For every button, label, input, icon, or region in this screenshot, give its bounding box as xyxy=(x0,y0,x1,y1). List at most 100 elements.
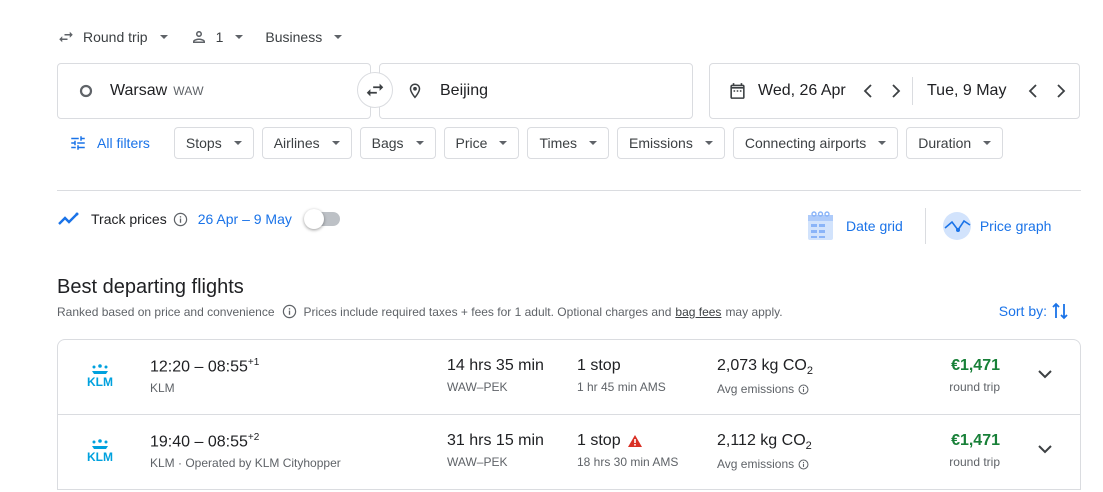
flight-times: 19:40 – 08:55+2 xyxy=(150,432,341,451)
stops-count: 1 stop xyxy=(577,357,621,374)
filter-chip-duration[interactable]: Duration xyxy=(906,127,1004,159)
view-tools-divider xyxy=(924,208,926,244)
return-date[interactable]: Tue, 9 May xyxy=(927,82,1019,100)
flight-times-col: 19:40 – 08:55+2 KLM · Operated by KLM Ci… xyxy=(150,432,341,470)
chevron-left-icon xyxy=(863,84,872,98)
day-offset: +2 xyxy=(247,432,260,443)
emissions-subscript: 2 xyxy=(806,365,813,378)
flight-row[interactable]: KLM 19:40 – 08:55+2 KLM · Operated by KL… xyxy=(58,415,1080,490)
toggle-knob xyxy=(303,209,324,229)
day-offset: +1 xyxy=(247,357,260,368)
filter-chip-connecting-airports[interactable]: Connecting airports xyxy=(732,127,899,159)
flight-row[interactable]: KLM 12:20 – 08:55+1 KLM 14 hrs 35 min WA… xyxy=(58,340,1080,415)
svg-text:KLM: KLM xyxy=(87,450,113,463)
trip-type-label: Round trip xyxy=(83,29,148,45)
chip-caret-icon xyxy=(233,141,242,145)
trip-type-select[interactable]: Round trip xyxy=(57,28,168,46)
chip-caret-icon xyxy=(983,141,992,145)
sort-by-button[interactable]: Sort by: xyxy=(999,301,1069,321)
departure-next-button[interactable] xyxy=(886,81,906,101)
flight-times: 12:20 – 08:55+1 xyxy=(150,357,259,376)
destination-city: Beijing xyxy=(440,82,489,99)
chip-caret-icon xyxy=(415,141,424,145)
price-graph-label: Price graph xyxy=(979,218,1052,234)
emissions-amount: 2,073 kg CO xyxy=(717,357,807,374)
filter-chip-stops[interactable]: Stops xyxy=(173,127,254,159)
prices-note: Prices include required taxes + fees for… xyxy=(303,304,672,319)
date-grid-icon xyxy=(808,211,833,240)
trip-options-bar: Round trip 1 Business xyxy=(57,24,364,50)
date-grid-label: Date grid xyxy=(846,218,903,234)
info-icon[interactable] xyxy=(173,212,188,227)
departure-prev-button[interactable] xyxy=(858,81,878,101)
filter-chip-emissions[interactable]: Emissions xyxy=(617,127,725,159)
price-col: €1,471 round trip xyxy=(949,432,1000,469)
ranking-note: Ranked based on price and convenience xyxy=(57,304,275,319)
sort-icon xyxy=(1052,302,1068,320)
expand-button[interactable] xyxy=(1038,370,1052,379)
stops-row: 1 stop xyxy=(577,432,678,450)
cabin-class-select[interactable]: Business xyxy=(265,29,343,45)
bag-fees-link[interactable]: bag fees xyxy=(675,305,721,319)
chip-label: Stops xyxy=(185,135,222,151)
sort-by-label: Sort by: xyxy=(998,303,1047,319)
price-note: round trip xyxy=(949,455,1000,469)
filter-chip-price[interactable]: Price xyxy=(443,127,520,159)
flight-duration: 31 hrs 15 min xyxy=(447,432,544,449)
chip-caret-icon xyxy=(704,141,713,145)
flight-price: €1,471 xyxy=(951,432,1000,449)
chevron-right-icon xyxy=(1057,84,1066,98)
emissions-value: 2,073 kg CO2 xyxy=(717,357,813,377)
info-icon[interactable] xyxy=(798,459,809,470)
origin-code: WAW xyxy=(173,84,204,98)
track-prices-toggle[interactable] xyxy=(303,209,340,229)
info-icon[interactable] xyxy=(282,304,297,319)
all-filters-button[interactable]: All filters xyxy=(69,134,150,152)
price-col: €1,471 round trip xyxy=(949,357,1000,394)
swap-arrows-icon xyxy=(59,31,73,43)
chip-label: Connecting airports xyxy=(744,135,867,151)
swap-arrows-icon xyxy=(366,83,384,97)
destination-field[interactable]: Beijing xyxy=(379,63,693,119)
price-graph-icon xyxy=(942,212,971,240)
track-prices-label: Track prices xyxy=(91,211,167,227)
chip-label: Airlines xyxy=(273,135,320,151)
swap-button[interactable] xyxy=(357,72,393,108)
emissions-col: 2,073 kg CO2 Avg emissions xyxy=(717,357,813,396)
expand-button[interactable] xyxy=(1038,445,1052,454)
filter-chip-airlines[interactable]: Airlines xyxy=(261,127,352,159)
section-divider xyxy=(57,190,1081,191)
chip-caret-icon xyxy=(499,141,508,145)
date-grid-button[interactable]: Date grid xyxy=(807,211,903,241)
flight-time-range: 19:40 – 08:55 xyxy=(150,433,248,451)
klm-logo: KLM xyxy=(82,439,118,463)
emissions-label-row: Avg emissions xyxy=(717,382,813,396)
location-pin-icon xyxy=(409,83,421,99)
origin-field[interactable]: Warsaw WAW xyxy=(57,63,371,119)
filter-chip-times[interactable]: Times xyxy=(527,127,610,159)
results-title: Best departing flights xyxy=(57,276,244,298)
emissions-label: Avg emissions xyxy=(717,457,795,472)
cabin-caret-icon xyxy=(334,35,343,39)
departure-date[interactable]: Wed, 26 Apr xyxy=(758,82,858,100)
return-next-button[interactable] xyxy=(1051,81,1071,101)
flight-time-range: 12:20 – 08:55 xyxy=(150,358,248,376)
chip-label: Price xyxy=(455,135,488,151)
track-prices-dates: 26 Apr – 9 May xyxy=(197,211,292,227)
tune-icon xyxy=(71,136,85,150)
price-graph-button[interactable]: Price graph xyxy=(942,211,1052,241)
flight-route: WAW–PEK xyxy=(447,380,508,394)
return-prev-button[interactable] xyxy=(1023,81,1043,101)
filter-chip-bags[interactable]: Bags xyxy=(359,127,436,159)
duration-col: 31 hrs 15 min WAW–PEK xyxy=(447,432,544,469)
airline-name: KLM · Operated by KLM Cityhopper xyxy=(150,456,341,471)
chip-caret-icon xyxy=(331,141,340,145)
flight-duration: 14 hrs 35 min xyxy=(447,357,544,374)
passengers-select[interactable]: 1 xyxy=(190,28,244,46)
info-icon[interactable] xyxy=(798,384,809,395)
emissions-subscript: 2 xyxy=(805,440,812,453)
chevron-left-icon xyxy=(1028,84,1037,98)
chip-label: Duration xyxy=(918,135,972,151)
flight-price: €1,471 xyxy=(951,357,1000,374)
flight-route: WAW–PEK xyxy=(447,455,508,469)
